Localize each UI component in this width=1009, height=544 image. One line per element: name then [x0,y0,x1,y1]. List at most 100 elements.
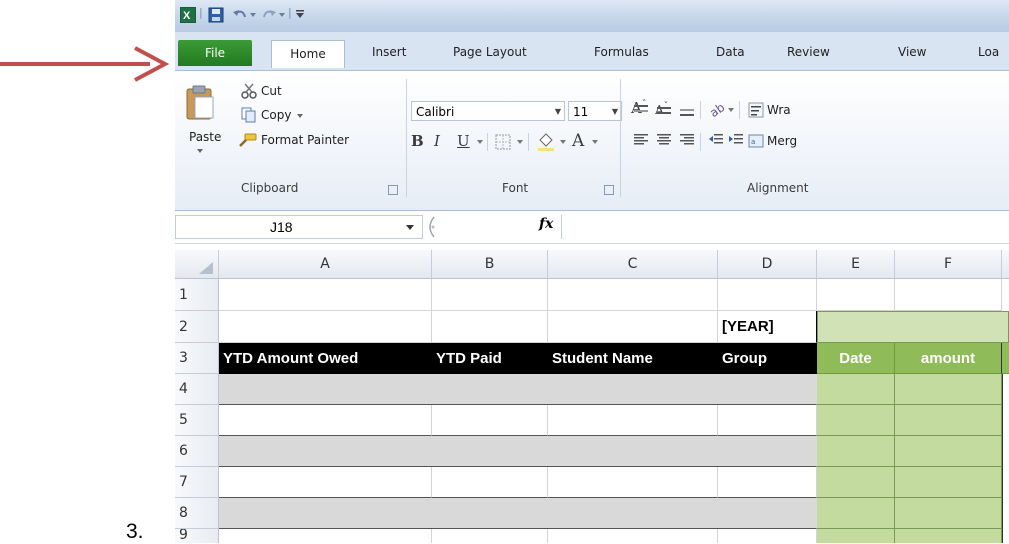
cell-c3[interactable]: Student Name [548,343,718,374]
font-size-combo[interactable]: 11 ▼ [568,101,622,121]
cell-f9[interactable] [895,529,1002,543]
fill-color-dropdown-icon[interactable] [560,140,566,144]
cell-c7[interactable] [548,467,718,498]
merge-center-icon[interactable]: a [748,133,764,149]
cell-b7[interactable] [432,467,548,498]
align-top-icon[interactable] [633,103,649,117]
save-icon[interactable] [208,7,224,23]
cell-a1[interactable] [219,279,432,311]
column-header-c[interactable]: C [548,250,718,279]
italic-button[interactable]: I [434,132,440,150]
formula-bar-grip-icon[interactable] [424,216,436,238]
font-size-dropdown-icon[interactable]: ▼ [612,102,618,122]
cell-b2[interactable] [432,311,548,343]
orientation-dropdown-icon[interactable] [728,108,734,112]
wrap-text-icon[interactable] [748,102,764,118]
merge-center-button[interactable]: Merg [767,134,797,148]
tab-data[interactable]: Data [716,41,745,63]
align-middle-icon[interactable] [656,103,672,117]
excel-logo-icon[interactable]: X [180,7,196,23]
cell-d9[interactable] [718,529,817,543]
row-header-7[interactable]: 7 [175,467,219,498]
column-header-f[interactable]: F [895,250,1002,279]
cell-d1[interactable] [718,279,817,311]
row-header-6[interactable]: 6 [175,436,219,467]
cell-a9[interactable] [219,529,432,543]
row-6-band[interactable] [219,436,817,467]
column-header-b[interactable]: B [432,250,548,279]
copy-icon[interactable] [241,107,257,123]
tab-insert[interactable]: Insert [372,41,406,63]
name-box[interactable]: J18 [175,215,423,239]
align-right-icon[interactable] [679,133,695,147]
column-header-e[interactable]: E [817,250,895,279]
select-all-corner[interactable] [175,250,219,279]
font-launcher-icon[interactable] [604,185,614,195]
cell-b3[interactable]: YTD Paid [432,343,548,374]
row-4-band[interactable] [219,374,817,405]
row-header-5[interactable]: 5 [175,405,219,436]
copy-dropdown-icon[interactable] [297,114,303,118]
tab-load[interactable]: Loa [978,41,999,63]
cell-g3[interactable] [1002,343,1009,374]
underline-dropdown-icon[interactable] [477,140,483,144]
cell-c9[interactable] [548,529,718,543]
cell-f1[interactable] [895,279,1002,311]
row-header-2[interactable]: 2 [175,311,219,343]
paste-icon[interactable] [185,84,215,120]
redo-icon[interactable] [261,7,277,23]
orientation-icon[interactable]: ab [708,100,726,118]
font-name-combo[interactable]: Calibri ▼ [411,101,565,121]
row-header-1[interactable]: 1 [175,279,219,311]
cell-a3[interactable]: YTD Amount Owed [219,343,432,374]
column-header-g[interactable] [1002,250,1009,279]
align-center-icon[interactable] [656,133,672,147]
undo-dropdown-icon[interactable] [250,13,256,17]
cell-c1[interactable] [548,279,718,311]
align-left-icon[interactable] [633,133,649,147]
cell-e9[interactable] [817,529,895,543]
cell-e7[interactable] [817,467,895,498]
borders-dropdown-icon[interactable] [517,140,523,144]
tab-view[interactable]: View [898,41,926,63]
cell-a2[interactable] [219,311,432,343]
cell-e1[interactable] [817,279,895,311]
cell-e6[interactable] [817,436,895,467]
tab-home[interactable]: Home [271,40,345,68]
cell-a5[interactable] [219,405,432,436]
row-header-3[interactable]: 3 [175,343,219,374]
cell-b5[interactable] [432,405,548,436]
cell-f6[interactable] [895,436,1002,467]
column-g-edge[interactable] [1002,374,1009,543]
cell-d7[interactable] [718,467,817,498]
fill-color-icon[interactable] [536,132,556,152]
cell-b1[interactable] [432,279,548,311]
cell-b9[interactable] [432,529,548,543]
borders-icon[interactable] [495,134,511,150]
font-name-dropdown-icon[interactable]: ▼ [555,102,561,122]
cell-e3[interactable]: Date [817,343,895,374]
wrap-text-button[interactable]: Wra [767,103,791,117]
copy-button[interactable]: Copy [261,108,291,122]
tab-review[interactable]: Review [787,41,830,63]
insert-function-button[interactable]: fx [539,216,553,232]
cell-f4[interactable] [895,374,1002,405]
format-painter-button[interactable]: Format Painter [261,133,349,147]
cell-c5[interactable] [548,405,718,436]
cell-e5[interactable] [817,405,895,436]
cell-f8[interactable] [895,498,1002,529]
cell-f5[interactable] [895,405,1002,436]
tab-page-layout[interactable]: Page Layout [453,41,527,63]
clipboard-launcher-icon[interactable] [388,185,398,195]
cut-button[interactable]: Cut [261,84,282,98]
cut-icon[interactable] [241,83,257,99]
redo-dropdown-icon[interactable] [279,13,285,17]
cell-e2-merged[interactable] [817,311,1009,343]
increase-indent-icon[interactable] [728,133,744,147]
row-header-9[interactable]: 9 [175,529,219,543]
tab-file[interactable]: File [178,40,252,66]
cell-d5[interactable] [718,405,817,436]
customize-qa-icon[interactable] [296,10,304,18]
cell-a7[interactable] [219,467,432,498]
align-bottom-icon[interactable] [679,103,695,117]
